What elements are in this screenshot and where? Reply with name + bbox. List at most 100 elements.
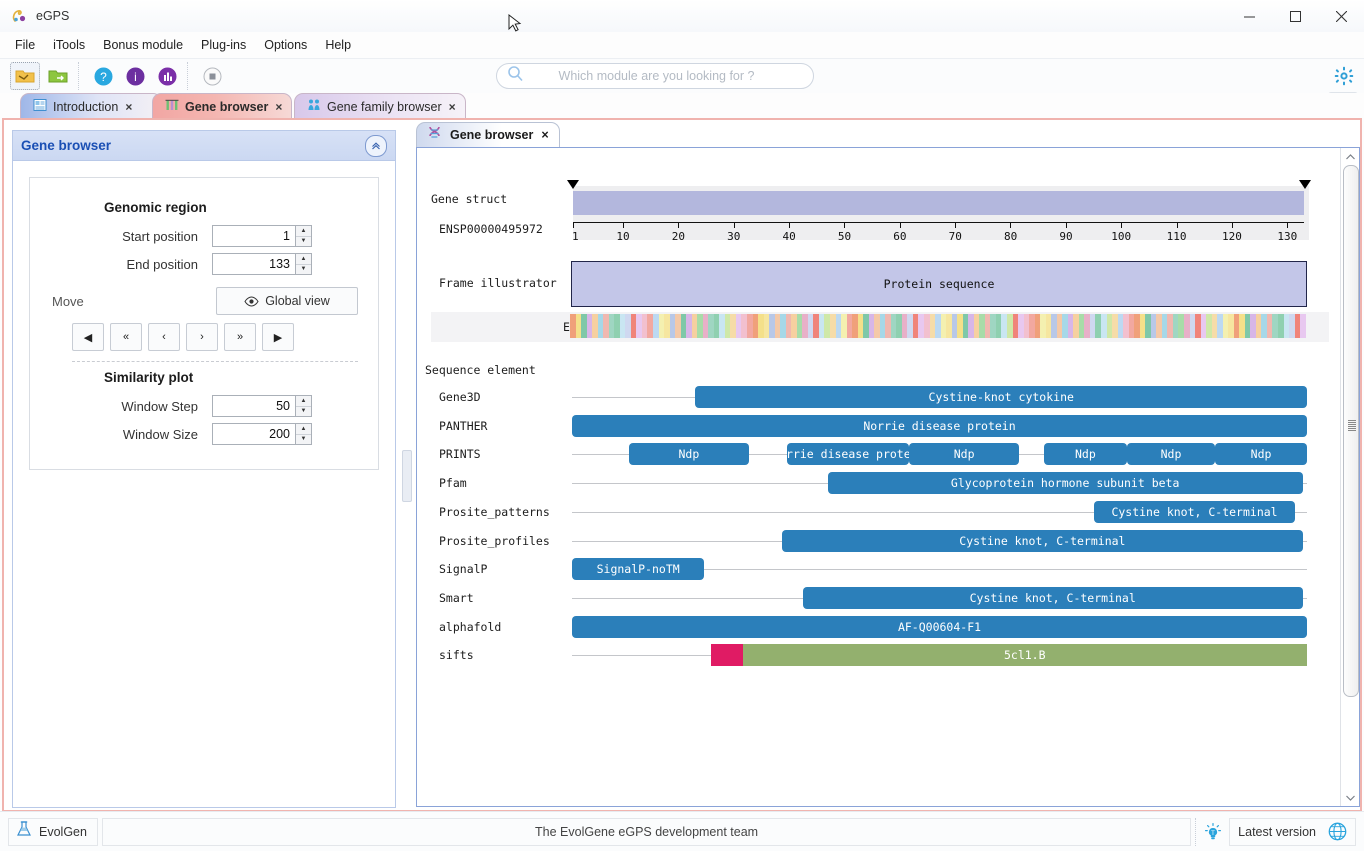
move-to-end-button[interactable]: ▶ [262, 323, 294, 351]
evolgen-brand-button[interactable]: EvolGen [8, 817, 98, 846]
window-step-stepper[interactable]: 50 ▲ ▼ [212, 395, 312, 417]
evolgen-brand-label: EvolGen [39, 824, 87, 839]
export-project-icon[interactable] [44, 63, 72, 89]
tab-gene-browser[interactable]: Gene browser × [152, 93, 292, 119]
stepper-arrows[interactable]: ▲ ▼ [295, 424, 311, 444]
track-feature[interactable]: AF-Q00604-F1 [572, 615, 1307, 638]
close-icon[interactable]: × [125, 100, 132, 114]
chevron-down-icon[interactable] [1341, 789, 1359, 806]
track-feature[interactable]: Ndp [1126, 443, 1216, 466]
help-icon[interactable]: ? [89, 63, 117, 89]
scrollbar-thumb[interactable] [1343, 165, 1359, 697]
stop-icon[interactable] [198, 63, 226, 89]
eye-icon [244, 295, 259, 307]
track-feature[interactable]: Cystine knot, C-terminal [802, 586, 1303, 609]
menu-bonus-module[interactable]: Bonus module [94, 34, 192, 56]
move-to-start-button[interactable]: ◀ [72, 323, 104, 351]
track-feature[interactable]: Cystine-knot cytokine [695, 386, 1307, 408]
move-forward-button[interactable]: › [186, 323, 218, 351]
family-icon [307, 98, 321, 115]
track-feature[interactable]: Ndp [1043, 443, 1127, 466]
stepper-down-icon[interactable]: ▼ [296, 407, 311, 417]
viewer-tab-gene-browser[interactable]: Gene browser × [416, 122, 560, 147]
track-feature[interactable]: Glycoprotein hormone subunit beta [827, 472, 1303, 495]
track-label: Prosite_patterns [439, 504, 550, 519]
viewer-vertical-scrollbar[interactable] [1340, 148, 1359, 806]
track-feature[interactable]: Norrie disease protein [787, 443, 910, 466]
move-navigation-buttons: ◀ « ‹ › » ▶ [72, 323, 360, 351]
stepper-arrows[interactable]: ▲ ▼ [295, 226, 311, 246]
track-label: Prosite_profiles [439, 533, 550, 548]
chart-icon[interactable] [153, 63, 181, 89]
info-icon[interactable]: i [121, 63, 149, 89]
menu-options[interactable]: Options [255, 34, 316, 56]
close-button[interactable] [1318, 0, 1364, 32]
menu-plugins[interactable]: Plug-ins [192, 34, 255, 56]
stepper-arrows[interactable]: ▲ ▼ [295, 254, 311, 274]
dna-icon [427, 126, 442, 144]
ruler-tick-label: 130 [1277, 230, 1298, 243]
sequence-element-label: Sequence element [425, 363, 536, 377]
scrollbar-track[interactable] [1343, 165, 1359, 789]
minimize-button[interactable] [1226, 0, 1272, 32]
maximize-button[interactable] [1272, 0, 1318, 32]
global-view-button[interactable]: Global view [216, 287, 358, 315]
stepper-up-icon[interactable]: ▲ [296, 226, 311, 237]
menu-itools[interactable]: iTools [44, 34, 94, 56]
status-message: The EvolGene eGPS development team [101, 817, 1192, 846]
global-view-label: Global view [265, 294, 330, 308]
tab-introduction[interactable]: Introduction × [20, 93, 162, 119]
ruler-tick-label: 110 [1166, 230, 1187, 243]
move-back-fast-button[interactable]: « [110, 323, 142, 351]
stepper-up-icon[interactable]: ▲ [296, 424, 311, 435]
track-feature[interactable]: Ndp [628, 443, 750, 466]
close-icon[interactable]: × [541, 128, 548, 142]
tab-gene-family-browser[interactable]: Gene family browser × [294, 93, 466, 119]
gear-icon[interactable] [1330, 63, 1358, 89]
stepper-down-icon[interactable]: ▼ [296, 265, 311, 275]
menu-bar: File iTools Bonus module Plug-ins Option… [0, 32, 1364, 59]
bulb-icon[interactable]: T [1195, 817, 1229, 846]
track-label: PRINTS [439, 447, 481, 462]
track-feature[interactable]: 5cl1.B [742, 644, 1307, 667]
chevron-up-icon[interactable] [1341, 148, 1359, 165]
ruler-tick-label: 30 [727, 230, 741, 243]
amino-acid-cell [1300, 314, 1306, 338]
chevron-up-double-icon[interactable] [365, 134, 387, 157]
track-feature[interactable]: Ndp [1215, 443, 1307, 466]
end-position-stepper[interactable]: 133 ▲ ▼ [212, 253, 312, 275]
window-size-stepper[interactable]: 200 ▲ ▼ [212, 423, 312, 445]
tab-label: Gene family browser [327, 99, 442, 114]
egps-logo-icon [10, 7, 28, 25]
move-forward-fast-button[interactable]: » [224, 323, 256, 351]
move-back-button[interactable]: ‹ [148, 323, 180, 351]
track-label: PANTHER [439, 418, 488, 433]
track-feature[interactable] [710, 644, 743, 667]
close-icon[interactable]: × [275, 100, 282, 114]
window-size-row: Window Size 200 ▲ ▼ [48, 423, 360, 445]
close-icon[interactable]: × [449, 100, 456, 114]
ruler-tick [622, 222, 624, 228]
menu-file[interactable]: File [6, 34, 44, 56]
stepper-up-icon[interactable]: ▲ [296, 396, 311, 407]
window-size-value: 200 [269, 427, 290, 441]
stepper-down-icon[interactable]: ▼ [296, 435, 311, 445]
track-feature[interactable]: Cystine knot, C-terminal [782, 529, 1303, 552]
track-feature[interactable]: Norrie disease protein [572, 414, 1307, 437]
gene-browser-canvas[interactable]: Gene struct ENSP00000495972 1 10 20 30 40 50 6… [417, 148, 1342, 806]
stepper-up-icon[interactable]: ▲ [296, 254, 311, 265]
stepper-down-icon[interactable]: ▼ [296, 237, 311, 247]
track-feature[interactable]: Ndp [909, 443, 1019, 466]
gene-struct-bar [573, 191, 1304, 215]
latest-version-button[interactable]: Latest version [1229, 817, 1356, 846]
open-project-icon[interactable] [10, 62, 40, 90]
protein-sequence-frame[interactable]: Protein sequence [571, 261, 1307, 307]
track-feature[interactable]: SignalP-noTM [572, 558, 705, 581]
menu-help[interactable]: Help [316, 34, 360, 56]
search-input[interactable]: Which module are you looking for ? [496, 63, 814, 89]
region-start-marker [567, 180, 579, 189]
start-position-stepper[interactable]: 1 ▲ ▼ [212, 225, 312, 247]
track-feature[interactable]: Cystine knot, C-terminal [1093, 500, 1296, 523]
title-bar: eGPS [0, 0, 1364, 33]
stepper-arrows[interactable]: ▲ ▼ [295, 396, 311, 416]
